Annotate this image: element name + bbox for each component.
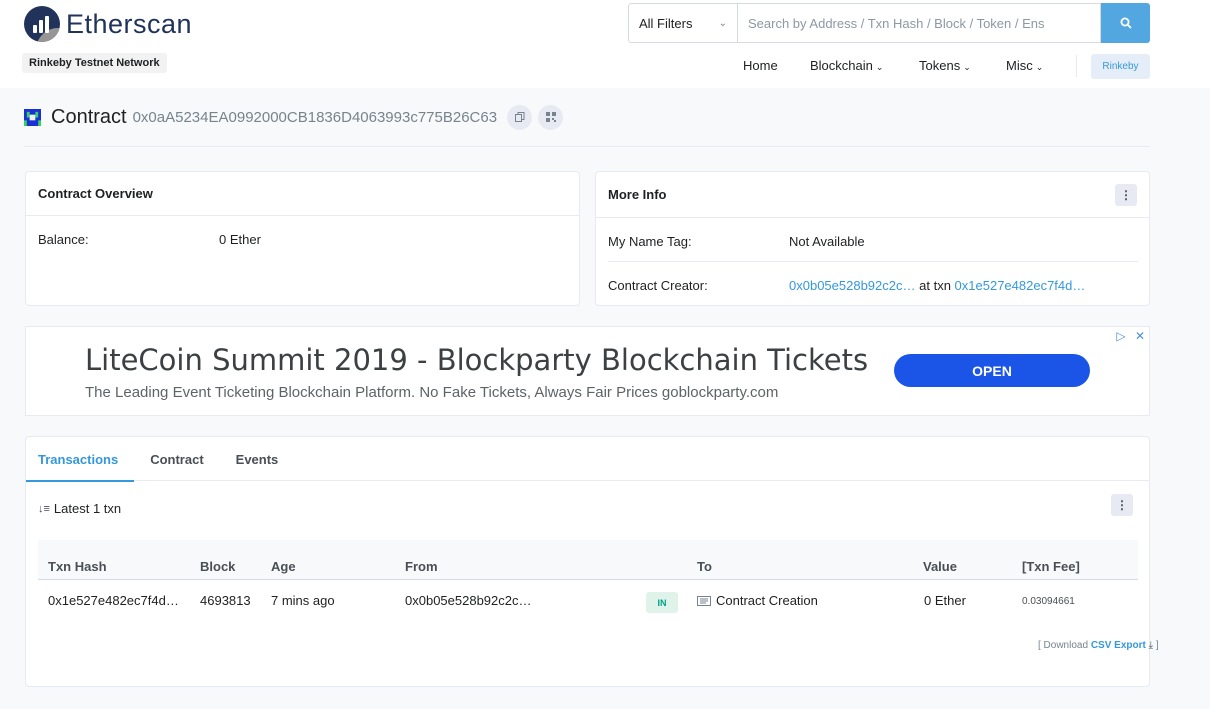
contract-creation-text: Contract Creation [716,593,818,608]
logo-icon [24,6,60,42]
tab-events[interactable]: Events [236,437,295,481]
chevron-down-icon: ⌄ [1035,62,1044,72]
more-info-card: More Info ⋮ My Name Tag: Not Available C… [595,171,1150,306]
search-bar: All Filters ⌄ [628,3,1150,43]
contract-overview-title: Contract Overview [38,186,153,201]
filter-dropdown[interactable]: All Filters ⌄ [628,3,737,43]
contract-overview-card: Contract Overview Balance: 0 Ether [25,171,580,306]
contract-file-icon [697,595,711,606]
info-divider [608,261,1138,262]
from-address-link[interactable]: 0x0b05e528b92c2c… [405,593,532,608]
filter-label: All Filters [639,15,693,31]
creator-txn-link[interactable]: 0x1e527e482ec7f4d… [955,278,1086,293]
col-age: Age [271,559,296,574]
nav-tokens-label: Tokens [919,58,961,73]
contract-overview-header: Contract Overview [26,172,579,216]
name-tag-value: Not Available [789,234,865,249]
more-options-icon[interactable]: ⋮ [1115,183,1137,206]
nav-blockchain-label: Blockchain [810,58,873,73]
nav-home-label: Home [743,58,778,73]
col-txn-fee[interactable]: [Txn Fee] [1022,559,1080,574]
contract-address: 0x0aA5234EA0992000CB1836D4063993c775B26C… [132,108,498,126]
etherscan-logo[interactable]: Etherscan [24,6,192,42]
balance-value: 0 Ether [219,232,261,247]
direction-badge: IN [646,592,678,613]
col-to: To [697,559,712,574]
network-badge: Rinkeby Testnet Network [22,53,167,73]
txn-age: 7 mins ago [271,593,335,608]
col-txn-hash: Txn Hash [48,559,107,574]
at-txn-label: at txn [919,278,951,293]
page-title: Contract [51,105,127,128]
close-icon[interactable]: ✕ [1135,329,1145,343]
creator-address-link[interactable]: 0x0b05e528b92c2c… [789,278,916,293]
nav-misc-label: Misc [1006,58,1033,73]
more-info-header: More Info ⋮ [596,172,1149,218]
tab-bar: Transactions Contract Events [25,437,1149,482]
col-block: Block [200,559,236,574]
download-csv: [ Download CSV Export ⤓ ] [1038,640,1159,651]
txn-value: 0 Ether [924,593,966,608]
search-input[interactable] [737,3,1101,43]
title-divider [24,146,1150,147]
nav-home[interactable]: Home [743,58,778,73]
balance-label: Balance: [38,232,89,247]
download-suffix: ] [1155,640,1159,651]
csv-export-link[interactable]: CSV Export [1091,640,1146,651]
txn-summary: ↓≡ Latest 1 txn [38,501,121,516]
ad-banner[interactable]: LiteCoin Summit 2019 - Blockparty Blockc… [25,326,1150,416]
adchoices-icon[interactable]: ▷ [1116,329,1125,343]
search-button[interactable] [1101,3,1150,43]
nav-misc[interactable]: Misc ⌄ [1006,58,1043,73]
txn-fee: 0.03094661 [1022,596,1075,607]
chevron-down-icon: ⌄ [718,17,727,29]
tab-transactions[interactable]: Transactions [25,437,135,482]
search-icon [1120,17,1132,29]
col-value: Value [923,559,957,574]
copy-address-button[interactable] [507,104,533,130]
ad-subtitle: The Leading Event Ticketing Blockchain P… [85,384,779,401]
txn-hash-link[interactable]: 0x1e527e482ec7f4d… [48,593,179,608]
ad-title[interactable]: LiteCoin Summit 2019 - Blockparty Blockc… [85,343,868,377]
page-title-row: Contract 0x0aA5234EA0992000CB1836D406399… [24,102,564,132]
chevron-down-icon: ⌄ [963,62,971,72]
transactions-card: Transactions Contract Events ⋮ ↓≡ Latest… [25,436,1159,687]
sort-icon: ↓≡ [38,502,50,515]
qr-code-icon [545,112,556,122]
tab-contract[interactable]: Contract [150,437,219,481]
more-info-title: More Info [608,187,667,202]
name-tag-label: My Name Tag: [608,234,692,249]
address-blockie-icon [24,108,41,126]
network-switch-button[interactable]: Rinkeby [1091,54,1150,79]
chevron-down-icon: ⌄ [875,62,884,72]
site-header: Etherscan Rinkeby Testnet Network All Fi… [0,0,1210,88]
nav-tokens[interactable]: Tokens ⌄ [919,58,971,73]
txn-count: Latest 1 txn [53,501,122,516]
download-prefix: [ Download [1038,640,1089,651]
nav-blockchain[interactable]: Blockchain ⌄ [810,58,883,73]
download-icon: ⤓ [1148,640,1154,651]
logo-text: Etherscan [66,8,193,39]
nav-divider [1076,55,1077,77]
to-cell: Contract Creation [697,593,818,608]
qr-code-button[interactable] [538,104,564,130]
more-options-icon[interactable]: ⋮ [1111,494,1133,516]
ad-open-button[interactable]: OPEN [894,354,1090,387]
contract-creator-value: 0x0b05e528b92c2c… at txn 0x1e527e482ec7f… [789,278,1085,293]
block-link[interactable]: 4693813 [200,593,251,608]
copy-icon [514,112,525,122]
col-from: From [405,559,438,574]
contract-creator-label: Contract Creator: [608,278,708,293]
ad-controls: ▷ ✕ [1116,329,1145,343]
